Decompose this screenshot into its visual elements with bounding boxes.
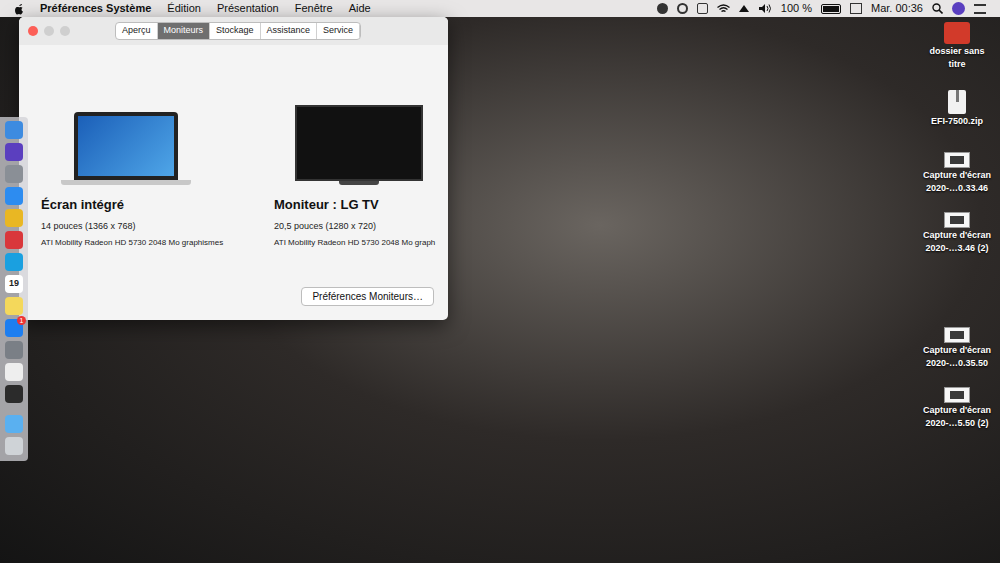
- tab[interactable]: Service: [317, 23, 360, 39]
- menu-bar: Préférences Système Édition Présentation Fe…: [0, 0, 1000, 17]
- display-graphics: ATI Mobility Radeon HD 5730 2048 Mo grap…: [274, 237, 448, 249]
- apple-icon[interactable]: [14, 3, 24, 15]
- zip-icon: [948, 90, 966, 114]
- close-button[interactable]: [28, 26, 38, 36]
- dock-item[interactable]: [5, 209, 23, 227]
- zoom-button[interactable]: [60, 26, 70, 36]
- badge: 1: [17, 316, 26, 325]
- dock-item[interactable]: [5, 187, 23, 205]
- siri-icon[interactable]: [952, 2, 965, 15]
- dock-item[interactable]: 1: [5, 319, 23, 337]
- notifications-icon[interactable]: [974, 4, 986, 14]
- status-icon[interactable]: [657, 3, 668, 14]
- display-panel: Moniteur : LG TV 20,5 pouces (1280 x 720)…: [274, 79, 448, 249]
- dock-item[interactable]: [5, 385, 23, 403]
- desktop-item-label: Capture d'écran: [923, 405, 991, 416]
- menu-item[interactable]: Édition: [167, 0, 201, 17]
- tv-icon: [295, 105, 423, 185]
- desktop-item[interactable]: dossier sans titre: [918, 22, 996, 70]
- status-icon[interactable]: [677, 3, 688, 14]
- dock-item[interactable]: 19: [5, 275, 23, 293]
- dock-item[interactable]: [5, 363, 23, 381]
- tab[interactable]: Stockage: [210, 23, 261, 39]
- status-icon[interactable]: [697, 3, 708, 14]
- dock-item[interactable]: [5, 231, 23, 249]
- tab[interactable]: Aperçu: [116, 23, 158, 39]
- dock-item[interactable]: [5, 437, 23, 455]
- battery-icon[interactable]: [821, 4, 841, 14]
- search-icon[interactable]: [932, 3, 943, 14]
- desktop-item-label: 2020-…0.33.46: [926, 183, 988, 194]
- menu-item[interactable]: Fenêtre: [295, 0, 333, 17]
- screenshot-icon: [944, 212, 970, 228]
- dock-item[interactable]: [5, 165, 23, 183]
- app-menu[interactable]: Préférences Système: [40, 0, 151, 17]
- dock-item[interactable]: [5, 253, 23, 271]
- eject-icon[interactable]: [739, 5, 749, 12]
- screenshot-icon: [944, 387, 970, 403]
- display-panel: Écran intégré 14 pouces (1366 x 768) ATI M…: [41, 79, 274, 249]
- displays: Écran intégré14 pouces (1366 x 768)ATI M…: [19, 45, 448, 249]
- display-size: 20,5 pouces (1280 x 720): [274, 220, 448, 234]
- battery-reading: 100 %: [781, 0, 812, 17]
- dock-item[interactable]: [5, 121, 23, 139]
- wifi-icon[interactable]: [717, 4, 730, 14]
- dock-item[interactable]: [5, 341, 23, 359]
- desktop-item-label: Capture d'écran: [923, 170, 991, 181]
- desktop-item[interactable]: Capture d'écran 2020-…5.50 (2): [918, 387, 996, 429]
- folder-icon: [944, 22, 970, 44]
- dock-item[interactable]: [5, 415, 23, 433]
- menu-item[interactable]: Aide: [349, 0, 371, 17]
- dock-item[interactable]: [5, 143, 23, 161]
- display-preferences-button[interactable]: Préférences Moniteurs…: [301, 287, 434, 306]
- clock[interactable]: Mar. 00:36: [871, 0, 923, 17]
- desktop-item-label: titre: [948, 59, 965, 70]
- desktop-item-label: dossier sans: [929, 46, 984, 57]
- tab[interactable]: Assistance: [261, 23, 318, 39]
- desktop: Préférences Système Édition Présentation Fe…: [0, 0, 1000, 563]
- calendar-date: 19: [9, 277, 19, 291]
- desktop-item-label: 2020-…5.50 (2): [925, 418, 988, 429]
- desktop-item[interactable]: EFI-7500.zip: [918, 90, 996, 127]
- laptop-icon: [61, 112, 191, 185]
- screenshot-icon: [944, 152, 970, 168]
- display-name: Écran intégré: [41, 195, 274, 215]
- display-graphics: ATI Mobility Radeon HD 5730 2048 Mo grap…: [41, 237, 274, 249]
- title-bar: AperçuMoniteursStockageAssistanceService: [19, 17, 448, 45]
- dock-item[interactable]: [5, 297, 23, 315]
- tab[interactable]: Moniteurs: [158, 23, 211, 39]
- status-icon[interactable]: [850, 3, 862, 14]
- display-size: 14 pouces (1366 x 768): [41, 220, 274, 234]
- dock: 19 1: [0, 117, 28, 461]
- desktop-item-label: 2020-…3.46 (2): [925, 243, 988, 254]
- screenshot-icon: [944, 327, 970, 343]
- desktop-item-label: Capture d'écran: [923, 345, 991, 356]
- menu-item[interactable]: Présentation: [217, 0, 279, 17]
- desktop-item[interactable]: Capture d'écran 2020-…0.33.46: [918, 152, 996, 194]
- desktop-item-label: EFI-7500.zip: [931, 116, 983, 127]
- desktop-item-label: Capture d'écran: [923, 230, 991, 241]
- tab-bar: AperçuMoniteursStockageAssistanceService: [115, 22, 361, 40]
- display-name: Moniteur : LG TV: [274, 195, 448, 215]
- desktop-item[interactable]: Capture d'écran 2020-…3.46 (2): [918, 212, 996, 254]
- minimize-button[interactable]: [44, 26, 54, 36]
- desktop-item-label: 2020-…0.35.50: [926, 358, 988, 369]
- system-preferences-window[interactable]: AperçuMoniteursStockageAssistanceService…: [19, 17, 448, 320]
- volume-icon[interactable]: [758, 3, 772, 14]
- desktop-item[interactable]: Capture d'écran 2020-…0.35.50: [918, 327, 996, 369]
